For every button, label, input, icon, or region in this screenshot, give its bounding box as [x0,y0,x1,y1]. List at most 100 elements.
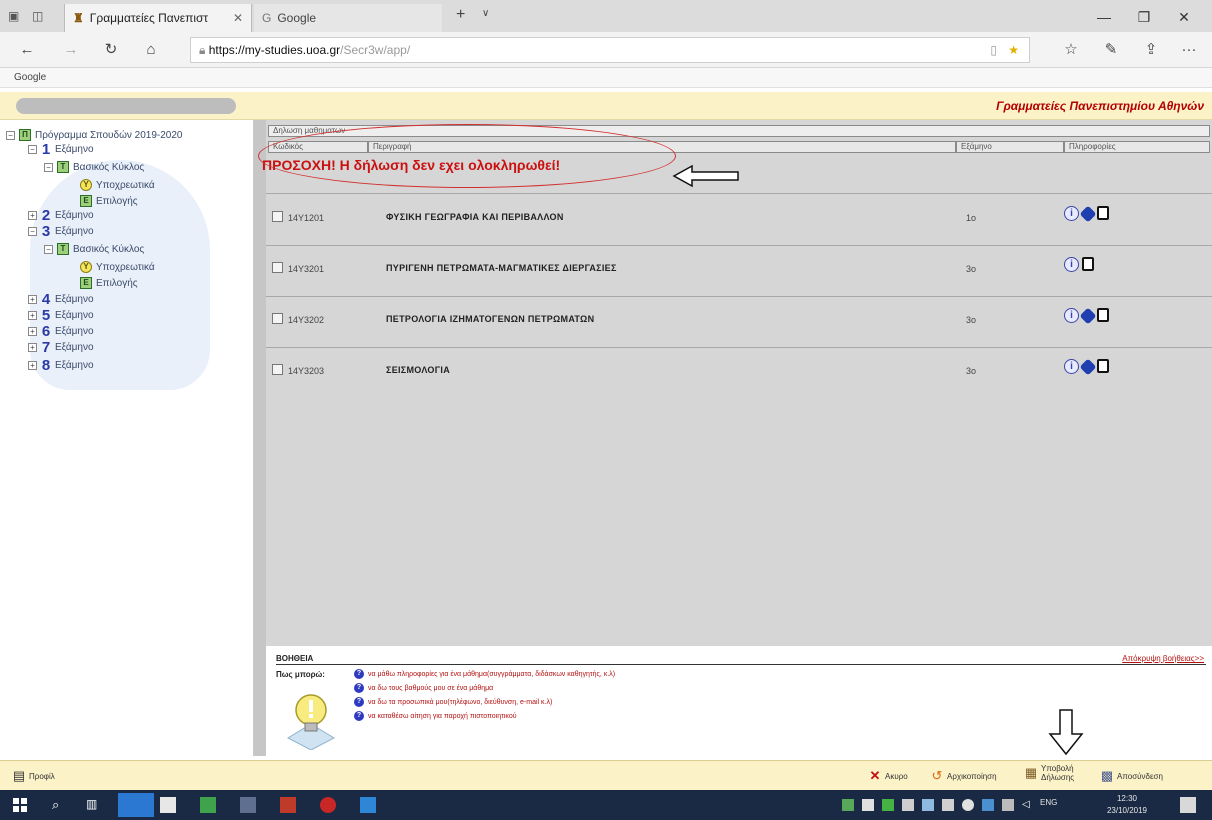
browser-tab-active[interactable]: ♜ Γραμματείες Πανεπιστ ✕ [64,4,252,32]
hide-help-link[interactable]: Απόκρυψη βοήθειας>> [1122,654,1204,663]
reading-view-icon[interactable]: ▯ [990,38,997,62]
network-icon[interactable] [1002,799,1014,811]
folder-icon[interactable] [240,797,256,813]
course-row[interactable]: 14Υ1201 ΦΥΣΙΚΗ ΓΕΩΓΡΑΦΙΑ ΚΑΙ ΠΕΡΙΒΑΛΛΟΝ … [266,197,1212,237]
tree-semester-3[interactable]: − 3 Εξάμηνο [28,223,94,240]
refresh-icon[interactable]: ↻ [98,38,124,62]
expand-icon[interactable]: + [28,342,37,352]
tray-icon[interactable] [842,799,854,811]
collapse-icon[interactable]: − [44,244,53,254]
tree-semester-5[interactable]: + 5 Εξάμηνο [28,307,94,324]
share-icon[interactable]: ⇪ [1138,38,1164,62]
profile-button[interactable]: ▤ Προφίλ [12,769,55,783]
expand-icon[interactable]: + [28,310,37,320]
collapse-icon[interactable]: − [28,144,37,154]
tree-mandatory-3[interactable]: Υ Υποχρεωτικά [80,260,155,274]
tree-mandatory-1[interactable]: Υ Υποχρεωτικά [80,178,155,192]
tree-semester-6[interactable]: + 6 Εξάμηνο [28,323,94,340]
document-icon[interactable] [1082,257,1094,271]
pen-icon[interactable]: ✎ [1098,38,1124,62]
document-icon[interactable] [1097,206,1109,220]
tree-group-3[interactable]: − T Βασικός Κύκλος [44,242,144,256]
tree-root[interactable]: − Π Πρόγραμμα Σπουδών 2019-2020 [6,128,183,142]
windows-start-icon[interactable] [12,797,28,813]
browser-tab-google[interactable]: G Google [254,4,442,32]
expand-icon[interactable]: + [28,326,37,336]
tree-scrollbar[interactable] [254,120,266,756]
minimize-icon[interactable]: — [1086,6,1122,28]
course-row[interactable]: 14Υ3203 ΣΕΙΣΜΟΛΟΓΙΑ 3ο i [266,350,1212,390]
help-item[interactable]: ? να καταθέσω αίτηση για παροχή πιστοποι… [354,711,517,721]
tree-semester-2[interactable]: + 2 Εξάμηνο [28,207,94,224]
tray-icon[interactable] [902,799,914,811]
help-item[interactable]: ? να δω τους βαθμούς μου σε ένα μάθημα [354,683,493,693]
course-row[interactable]: 14Υ3201 ΠΥΡΙΓΕΝΗ ΠΕΤΡΩΜΑΤΑ-ΜΑΓΜΑΤΙΚΕΣ ΔΙ… [266,248,1212,288]
tab-list-chevron-icon[interactable]: ∨ [482,8,489,19]
chrome-icon[interactable] [320,797,336,813]
edge-app-icon[interactable] [118,793,154,817]
task-view-icon[interactable]: ▥ [86,797,102,813]
collapse-icon[interactable]: − [6,130,15,140]
tray-icon[interactable] [882,799,894,811]
document-icon[interactable] [1097,359,1109,373]
store-icon[interactable] [360,797,376,813]
document-icon[interactable] [1097,308,1109,322]
help-item[interactable]: ? να μάθω πληροφορίες για ένα μάθημα(συγ… [354,669,615,679]
tab-close-icon[interactable]: ✕ [233,11,243,25]
app-icon[interactable] [280,797,296,813]
info-icon[interactable]: i [1064,257,1079,272]
collapse-icon[interactable]: − [28,226,37,236]
photos-icon[interactable] [200,797,216,813]
tree-semester-1[interactable]: − 1 Εξάμηνο [28,141,94,158]
book-icon[interactable] [1079,358,1097,376]
cancel-button[interactable]: ✕ Ακυρο [868,769,908,783]
forward-icon[interactable]: → [58,38,84,62]
cloud-icon[interactable] [942,799,954,811]
tray-icon[interactable] [922,799,934,811]
clock[interactable]: 12:30 23/10/2019 [1104,793,1150,817]
info-icon[interactable]: i [1064,308,1079,323]
expand-icon[interactable]: + [28,210,37,220]
tray-icon[interactable] [862,799,874,811]
more-icon[interactable]: ··· [1176,38,1202,62]
tree-elective-3[interactable]: Ε Επιλογής [80,276,138,290]
reset-button[interactable]: ↺ Αρχικοποίηση [930,769,997,783]
search-icon[interactable]: ⌕ [52,797,68,813]
course-checkbox[interactable] [272,364,283,375]
course-checkbox[interactable] [272,211,283,222]
favorites-google-link[interactable]: Google [14,72,46,83]
tree-semester-8[interactable]: + 8 Εξάμηνο [28,357,94,374]
book-icon[interactable] [1079,205,1097,223]
book-icon[interactable] [1079,307,1097,325]
mail-icon[interactable] [160,797,176,813]
course-checkbox[interactable] [272,313,283,324]
tree-group-1[interactable]: − T Βασικός Κύκλος [44,160,144,174]
course-row[interactable]: 14Υ3202 ΠΕΤΡΟΛΟΓΙΑ ΙΖΗΜΑΤΟΓΕΝΩΝ ΠΕΤΡΩΜΑΤ… [266,299,1212,339]
language-indicator[interactable]: ENG [1040,798,1057,807]
tray-icon[interactable] [962,799,974,811]
submit-declaration-button[interactable]: ▦ Υποβολή Δήλωσης [1024,764,1074,782]
set-aside-tabs-icon[interactable]: ◫ [32,9,43,23]
new-tab-button[interactable]: + [456,6,465,24]
close-window-icon[interactable]: ✕ [1166,6,1202,28]
favorites-icon[interactable]: ☆ [1058,38,1084,62]
maximize-icon[interactable]: ❐ [1126,6,1162,28]
logout-button[interactable]: ▩ Αποσύνδεση [1100,769,1163,783]
info-icon[interactable]: i [1064,359,1079,374]
course-checkbox[interactable] [272,262,283,273]
favorite-star-icon[interactable]: ★ [1008,38,1019,62]
tree-semester-4[interactable]: + 4 Εξάμηνο [28,291,94,308]
expand-icon[interactable]: + [28,360,37,370]
collapse-icon[interactable]: − [44,162,53,172]
expand-icon[interactable]: + [28,294,37,304]
back-icon[interactable]: ← [14,38,40,62]
tab-preview-icon[interactable]: ▣ [8,9,19,23]
volume-icon[interactable]: ◁ [1022,799,1034,811]
tree-elective-1[interactable]: Ε Επιλογής [80,194,138,208]
info-icon[interactable]: i [1064,206,1079,221]
tray-icon[interactable] [982,799,994,811]
notifications-icon[interactable] [1180,797,1196,813]
tree-semester-7[interactable]: + 7 Εξάμηνο [28,339,94,356]
address-bar[interactable]: 🔒︎ https://my-studies.uoa.gr/Secr3w/app/… [190,37,1030,63]
home-icon[interactable]: ⌂ [138,38,164,62]
